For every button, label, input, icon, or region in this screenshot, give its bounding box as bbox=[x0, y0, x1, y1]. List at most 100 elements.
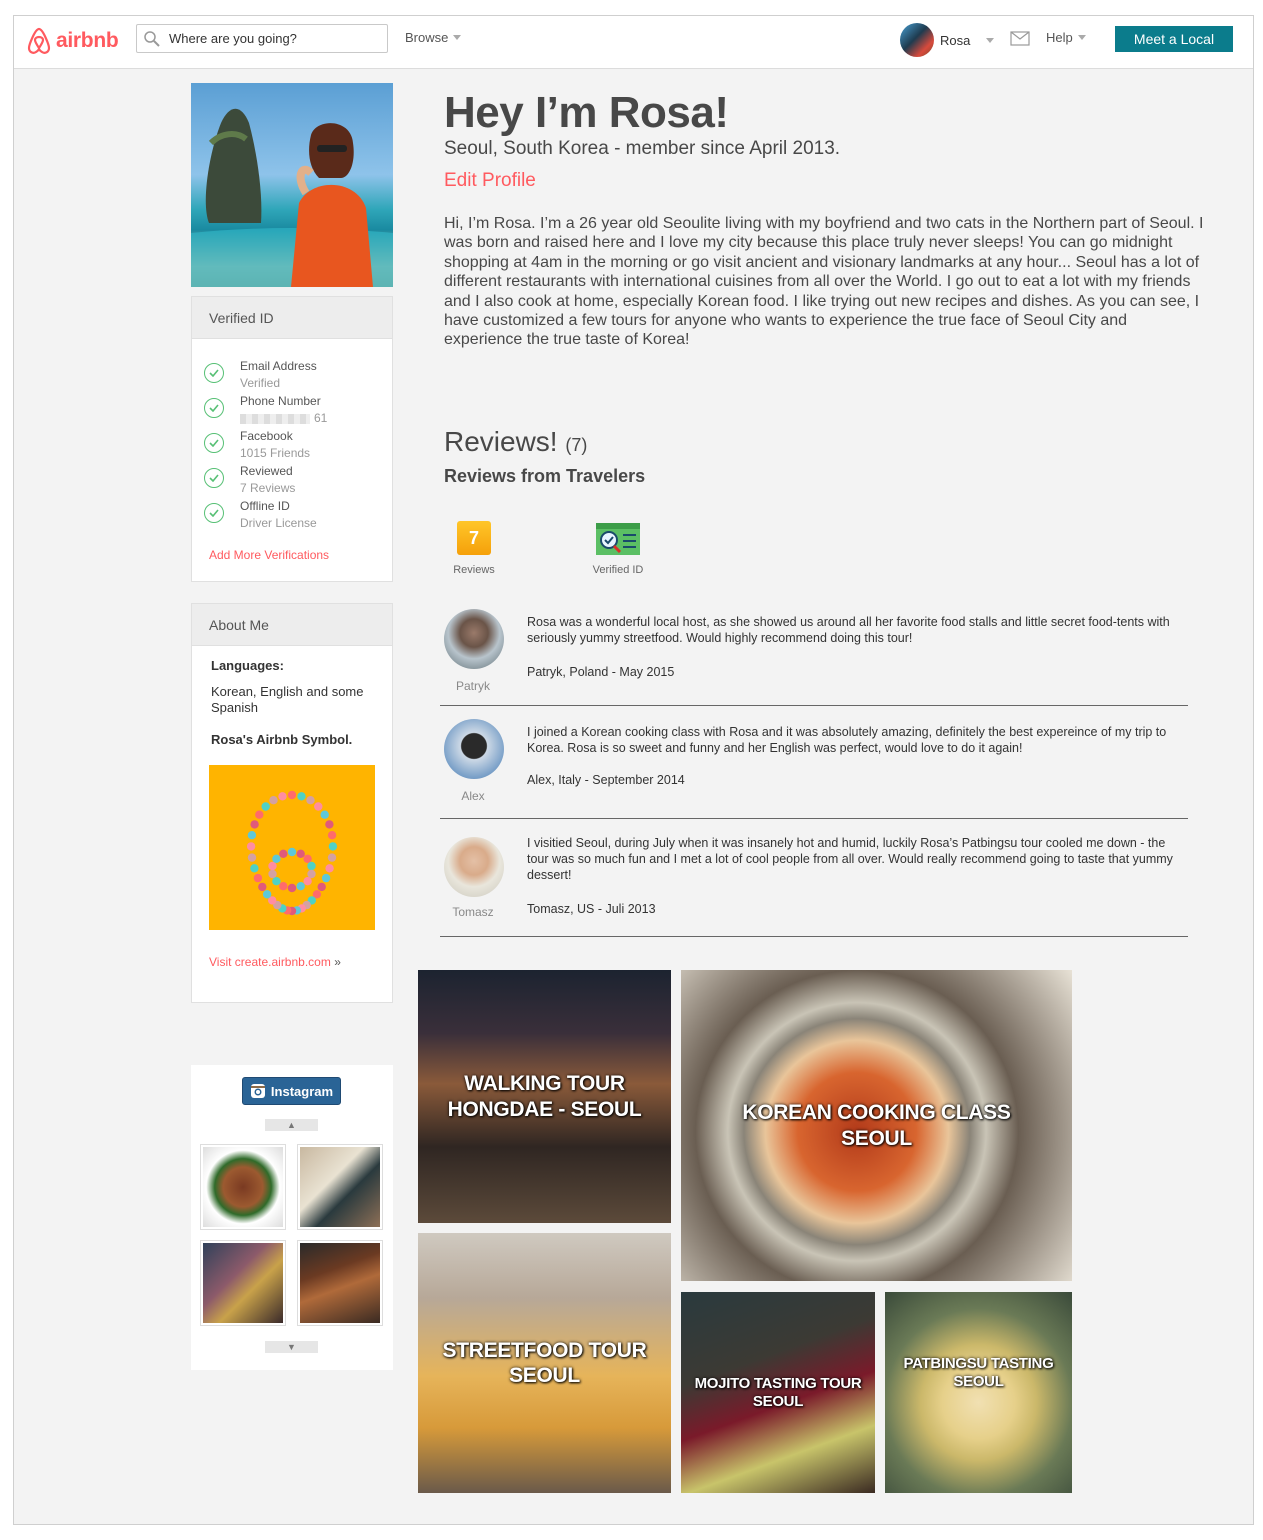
symbol-dot bbox=[268, 869, 277, 879]
reviewer-name: Patryk bbox=[455, 679, 490, 693]
symbol-dot bbox=[296, 882, 305, 891]
verification-detail: 1015 Friends bbox=[240, 446, 311, 460]
reviewer-name: Alex bbox=[461, 789, 485, 803]
reviewer-name: Tomasz bbox=[452, 905, 494, 919]
symbol-dot bbox=[296, 849, 305, 858]
symbol-dot bbox=[279, 849, 288, 858]
search-box[interactable] bbox=[136, 24, 388, 53]
help-menu[interactable]: Help bbox=[1046, 30, 1086, 45]
symbol-dot bbox=[272, 877, 281, 886]
phone-number-masked: 61 bbox=[240, 409, 327, 427]
visit-create-text: Visit create.airbnb.com bbox=[209, 955, 331, 969]
page-frame: airbnb Browse Rosa Help Meet a Local bbox=[13, 15, 1254, 1525]
instagram-thumbnail[interactable] bbox=[200, 1144, 286, 1230]
symbol-dot bbox=[247, 853, 257, 862]
profile-bio: Hi, I’m Rosa. I’m a 26 year old Seoulite… bbox=[444, 215, 1204, 349]
languages-value: Korean, English and some Spanish bbox=[211, 684, 364, 715]
tour-title-line1: MOJITO TASTING TOUR bbox=[694, 1374, 862, 1392]
instagram-widget: Instagram ▲ ▼ bbox=[191, 1065, 393, 1370]
tour-title-line2: SEOUL bbox=[752, 1392, 804, 1410]
symbol-dot bbox=[272, 854, 281, 863]
review-meta: Patryk, Poland - May 2015 bbox=[527, 665, 675, 679]
reviews-count: (7) bbox=[565, 435, 588, 455]
tour-title-line1: KOREAN COOKING CLASS bbox=[742, 1101, 1011, 1125]
tour-tile-walking[interactable]: WALKING TOUR HONGDAE - SEOUL bbox=[418, 970, 671, 1223]
user-menu[interactable]: Rosa bbox=[900, 23, 995, 57]
symbol-dot bbox=[307, 861, 316, 871]
scroll-up-button[interactable]: ▲ bbox=[265, 1119, 318, 1131]
check-icon bbox=[204, 468, 224, 488]
visit-create-arrow: » bbox=[334, 955, 341, 969]
symbol-dot bbox=[325, 820, 334, 829]
review-item: Patryk Rosa was a wonderful local host, … bbox=[440, 606, 1188, 706]
review-meta: Tomasz, US - Juli 2013 bbox=[527, 902, 656, 916]
verification-detail: 7 Reviews bbox=[240, 481, 296, 495]
symbol-dot bbox=[314, 802, 323, 811]
instagram-thumbnail[interactable] bbox=[297, 1240, 383, 1326]
review-meta: Alex, Italy - September 2014 bbox=[527, 773, 685, 787]
review-text: I visitied Seoul, during July when it wa… bbox=[527, 836, 1173, 882]
symbol-dot bbox=[278, 792, 287, 801]
badge-label: Verified ID bbox=[592, 564, 644, 576]
tour-tile-mojito[interactable]: MOJITO TASTING TOUR SEOUL bbox=[681, 1292, 875, 1493]
mail-icon bbox=[1010, 31, 1030, 46]
reviewer-avatar bbox=[444, 609, 504, 669]
symbol-dot bbox=[307, 869, 316, 879]
badge-number: 7 bbox=[468, 527, 479, 548]
symbol-dot bbox=[327, 831, 337, 840]
symbol-dot bbox=[269, 796, 278, 805]
about-me-card: About Me Languages: Korean, English and … bbox=[191, 603, 393, 1003]
verification-item: Phone Number 61 bbox=[204, 393, 327, 427]
review-text: Rosa was a wonderful local host, as she … bbox=[527, 615, 1170, 645]
help-label: Help bbox=[1046, 30, 1073, 45]
tour-tile-cooking[interactable]: KOREAN COOKING CLASS SEOUL bbox=[681, 970, 1072, 1281]
edit-profile-link[interactable]: Edit Profile bbox=[444, 170, 536, 192]
meet-a-local-button[interactable]: Meet a Local bbox=[1115, 26, 1233, 52]
visit-create-link[interactable]: Visit create.airbnb.com » bbox=[209, 955, 341, 969]
check-icon bbox=[204, 433, 224, 453]
reviewer-avatar bbox=[444, 719, 504, 779]
symbol-dot bbox=[261, 802, 270, 811]
browse-label: Browse bbox=[405, 30, 449, 45]
symbol-dot bbox=[320, 810, 329, 819]
reviews-badge[interactable]: 7 Reviews bbox=[450, 521, 498, 576]
instagram-icon bbox=[250, 1084, 265, 1098]
symbol-dot bbox=[255, 810, 264, 819]
chevron-down-icon: ▼ bbox=[287, 1342, 296, 1352]
dotted-belo-icon bbox=[246, 790, 338, 916]
add-verifications-link[interactable]: Add More Verifications bbox=[209, 548, 329, 562]
instagram-thumbnail[interactable] bbox=[200, 1240, 286, 1326]
tour-title-line2: HONGDAE - SEOUL bbox=[447, 1097, 642, 1121]
symbol-dot bbox=[325, 864, 334, 873]
browse-menu[interactable]: Browse bbox=[405, 30, 462, 45]
verification-detail: Driver License bbox=[240, 516, 317, 530]
scroll-down-button[interactable]: ▼ bbox=[265, 1341, 318, 1353]
tour-tile-streetfood[interactable]: STREETFOOD TOUR SEOUL bbox=[418, 1233, 671, 1493]
tour-tile-patbingsu[interactable]: PATBINGSU TASTING SEOUL bbox=[885, 1292, 1072, 1493]
verified-id-icon bbox=[596, 523, 640, 555]
verification-label: Email Address bbox=[240, 359, 317, 373]
reviews-count-icon: 7 bbox=[457, 521, 491, 555]
reviews-title: Reviews! (7) bbox=[444, 426, 587, 458]
symbol-dot bbox=[327, 853, 337, 862]
tour-title: STREETFOOD TOUR SEOUL bbox=[443, 1338, 647, 1388]
profile-photo bbox=[191, 83, 393, 287]
instagram-button[interactable]: Instagram bbox=[242, 1077, 341, 1105]
symbol-dot bbox=[303, 877, 312, 886]
symbol-dot bbox=[279, 882, 288, 891]
reviews-heading: Reviews! bbox=[444, 426, 558, 457]
airbnb-logo[interactable]: airbnb bbox=[26, 26, 119, 56]
reviews-subtitle: Reviews from Travelers bbox=[444, 466, 646, 486]
verified-id-card: Verified ID Email Address Verified Phone … bbox=[191, 296, 393, 582]
instagram-thumbnail[interactable] bbox=[297, 1144, 383, 1230]
verification-detail: Verified bbox=[240, 376, 281, 390]
review-item: Tomasz I visitied Seoul, during July whe… bbox=[440, 829, 1188, 937]
verification-label: Reviewed bbox=[240, 464, 293, 478]
search-input[interactable] bbox=[167, 30, 376, 47]
symbol-dot bbox=[262, 890, 272, 899]
airbnb-belo-icon bbox=[27, 27, 51, 54]
profile-location: Seoul, South Korea - member since April … bbox=[444, 138, 841, 159]
verified-id-badge[interactable]: Verified ID bbox=[588, 521, 648, 576]
verification-label: Offline ID bbox=[240, 499, 290, 513]
inbox-button[interactable] bbox=[1010, 31, 1030, 51]
